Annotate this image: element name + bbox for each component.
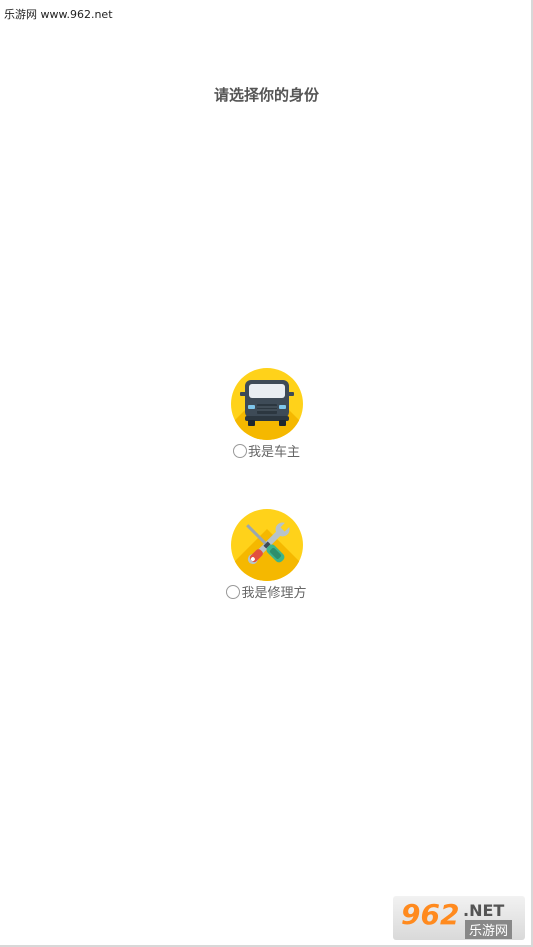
radio-repair-provider[interactable]	[226, 584, 241, 599]
watermark-top: 乐游网 www.962.net	[4, 8, 113, 21]
tools-icon[interactable]	[230, 509, 303, 581]
car-icon[interactable]	[230, 368, 303, 440]
watermark-logo: 962 .NET 乐游网	[393, 896, 525, 940]
role-select-page: 乐游网 www.962.net 请选择你的身份 我是车主 我是修理方 962 .…	[0, 0, 533, 947]
page-title: 请选择你的身份	[213, 86, 319, 104]
watermark-number: 962	[401, 898, 460, 931]
option-repair-provider[interactable]: 我是修理方	[0, 509, 533, 601]
radio-car-owner[interactable]	[232, 443, 247, 458]
option-label-repair-provider: 我是修理方	[241, 586, 307, 601]
radio-row-repair-provider[interactable]: 我是修理方	[226, 582, 307, 601]
option-car-owner[interactable]: 我是车主	[0, 368, 533, 460]
watermark-suffix: .NET	[463, 901, 505, 920]
watermark-brand: 乐游网	[465, 920, 513, 939]
option-label-car-owner: 我是车主	[247, 445, 300, 460]
radio-row-car-owner[interactable]: 我是车主	[232, 441, 300, 460]
